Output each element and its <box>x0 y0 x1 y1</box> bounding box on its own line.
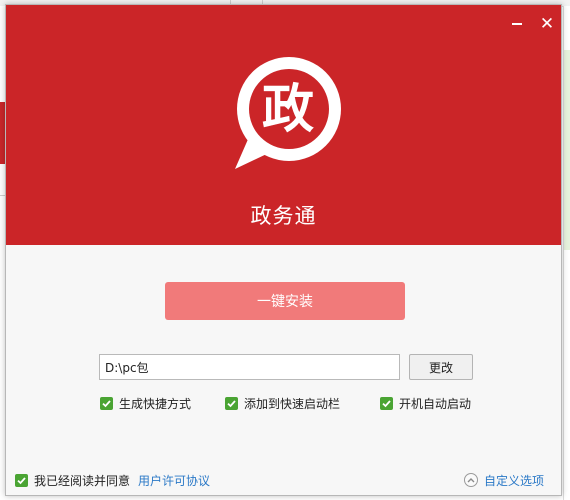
option-create-shortcut[interactable]: 生成快捷方式 <box>100 395 191 411</box>
agree-label: 我已经阅读并同意 <box>34 473 131 488</box>
change-path-button[interactable]: 更改 <box>409 354 473 380</box>
option-label: 开机自动启动 <box>399 396 472 411</box>
custom-options-label: 自定义选项 <box>484 473 545 488</box>
license-agreement-link[interactable]: 用户许可协议 <box>138 472 210 489</box>
option-auto-start[interactable]: 开机自动启动 <box>380 395 471 411</box>
checkbox-checked-icon[interactable] <box>100 396 113 410</box>
license-agreement: 我已经阅读并同意 用户许可协议 <box>15 472 210 488</box>
installer-window: ✕ 政 政务通 一键安装 更改 生成快捷方式 添加到快速启动栏 开机自动启动 <box>5 4 562 496</box>
agree-checkbox-icon[interactable] <box>15 473 28 487</box>
close-button[interactable]: ✕ <box>536 13 558 35</box>
option-label: 添加到快速启动栏 <box>244 396 341 411</box>
minimize-icon <box>512 23 522 25</box>
option-label: 生成快捷方式 <box>119 396 192 411</box>
installer-header: ✕ 政 政务通 <box>6 5 561 245</box>
chevron-up-icon <box>464 473 478 487</box>
option-add-quick-launch[interactable]: 添加到快速启动栏 <box>225 395 340 411</box>
install-path-input[interactable] <box>99 354 400 380</box>
background-app-fragment <box>564 50 570 250</box>
custom-options-toggle[interactable]: 自定义选项 <box>464 472 544 488</box>
close-icon: ✕ <box>539 14 555 34</box>
one-click-install-button[interactable]: 一键安装 <box>165 282 405 320</box>
checkbox-checked-icon[interactable] <box>225 396 238 410</box>
app-title: 政务通 <box>250 204 317 228</box>
checkbox-checked-icon[interactable] <box>380 396 393 410</box>
minimize-button[interactable] <box>506 13 528 35</box>
logo-character: 政 <box>261 80 314 140</box>
